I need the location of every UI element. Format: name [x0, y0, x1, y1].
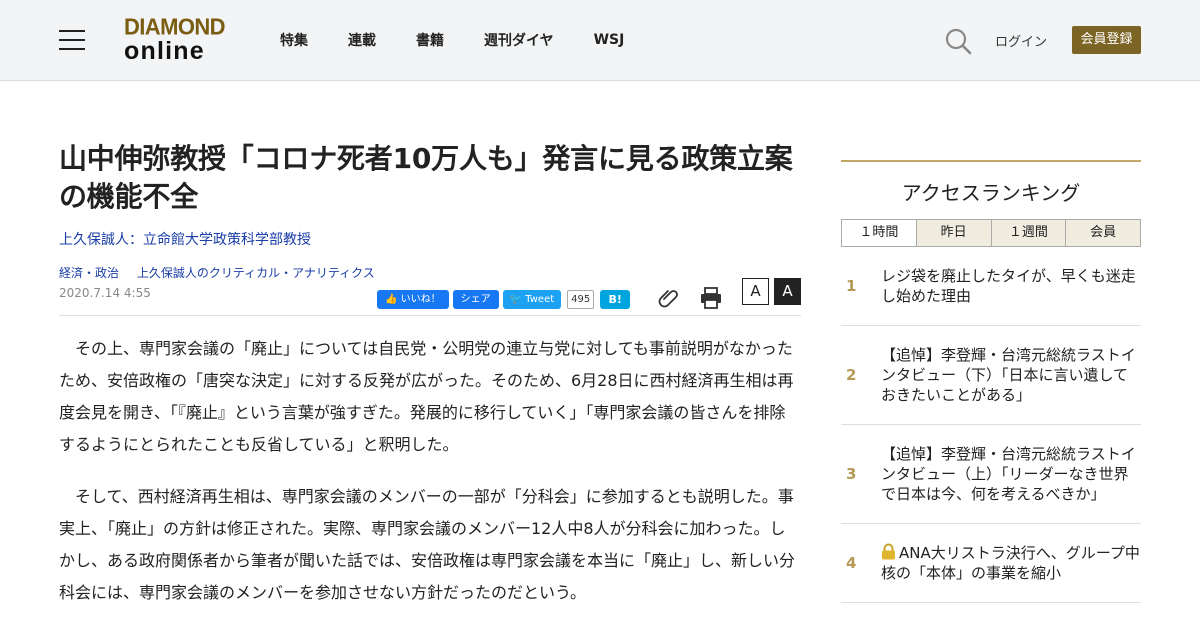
article: 山中伸弥教授「コロナ死者10万人も」発言に見る政策立案の機能不全 上久保誠人：立… [59, 140, 801, 629]
article-author[interactable]: 上久保誠人：立命館大学政策科学部教授 [59, 230, 801, 250]
facebook-like-button[interactable]: 👍 いいね！ [377, 290, 449, 309]
nav-item-wsj[interactable]: WSJ [594, 32, 625, 48]
main-nav: 特集 連載 書籍 週刊ダイヤ WSJ [280, 0, 664, 80]
article-categories: 経済・政治 上久保誠人のクリティカル・アナリティクス [59, 264, 801, 282]
ranking-list: 1 レジ袋を廃止したタイが、早くも迷走し始めた理由 2 【追悼】李登輝・台湾元総… [841, 247, 1141, 603]
login-link[interactable]: ログイン [995, 31, 1047, 50]
hamburger-menu-icon[interactable] [59, 30, 85, 50]
tab-1-week[interactable]: １週間 [990, 220, 1066, 246]
ranking-item[interactable]: 1 レジ袋を廃止したタイが、早くも迷走し始めた理由 [841, 247, 1141, 326]
tweet-count: 495 [567, 290, 595, 309]
ranking-item[interactable]: 3 【追悼】李登輝・台湾元総統ラストインタビュー（上）「リーダーなき世界で日本は… [841, 425, 1141, 524]
nav-item-books[interactable]: 書籍 [416, 30, 444, 50]
rank-number: 1 [846, 277, 857, 295]
site-logo[interactable]: DIAMOND online [124, 13, 228, 65]
clip-icon[interactable] [657, 286, 681, 310]
facebook-like-label: いいね！ [400, 294, 441, 305]
rank-number: 2 [846, 366, 857, 384]
article-title: 山中伸弥教授「コロナ死者10万人も」発言に見る政策立案の機能不全 [59, 142, 793, 213]
ranking-item[interactable]: 4 ANA大リストラ決行へ、グループ中核の「本体」の事業を縮小 [841, 524, 1141, 603]
article-body: その上、専門家会議の「廃止」については自民党・公明党の連立与党に対しても事前説明… [59, 333, 801, 609]
publish-date: 2020.7.14 4:55 [59, 286, 151, 300]
twitter-bird-icon: 🐦 [509, 294, 526, 305]
article-paragraph: その上、専門家会議の「廃止」については自民党・公明党の連立与党に対しても事前説明… [59, 339, 794, 454]
thumbs-up-icon: 👍 [385, 294, 401, 305]
logo-text-top: DIAMOND [124, 13, 226, 40]
article-meta-row: 2020.7.14 4:55 👍 いいね！ シェア 🐦 Tweet 495 B!… [59, 278, 801, 316]
site-header: DIAMOND online 特集 連載 書籍 週刊ダイヤ WSJ ログイン 会… [0, 0, 1200, 81]
ranking-item[interactable]: 2 【追悼】李登輝・台湾元総統ラストインタビュー（下）「日本に言い遺しておきたい… [841, 326, 1141, 425]
font-size-normal-button[interactable]: A [742, 278, 769, 305]
ranking-heading: アクセスランキング [841, 160, 1141, 219]
category-link[interactable]: 上久保誠人のクリティカル・アナリティクス [137, 266, 375, 280]
rank-number: 4 [846, 554, 857, 572]
ranking-item-title: ANA大リストラ決行へ、グループ中核の「本体」の事業を縮小 [881, 544, 1140, 582]
ranking-item-title: レジ袋を廃止したタイが、早くも迷走し始めた理由 [881, 267, 1136, 305]
ranking-item-title: 【追悼】李登輝・台湾元総統ラストインタビュー（下）「日本に言い遺しておきたいこと… [881, 346, 1136, 404]
ranking-tabs: １時間 昨日 １週間 会員 [841, 219, 1141, 247]
lock-icon [882, 543, 895, 560]
logo-text-bottom: online [124, 37, 205, 65]
tab-1-hour[interactable]: １時間 [842, 220, 916, 246]
tab-members[interactable]: 会員 [1065, 220, 1140, 246]
nav-item-weekly-diamond[interactable]: 週刊ダイヤ [484, 30, 554, 50]
category-link[interactable]: 経済・政治 [59, 266, 119, 280]
article-paragraph: そして、西村経済再生相は、専門家会議のメンバーの一部が「分科会」に参加するとも説… [59, 487, 796, 602]
tweet-label: Tweet [525, 294, 555, 305]
facebook-share-button[interactable]: シェア [452, 290, 499, 309]
font-size-large-button[interactable]: A [774, 278, 801, 305]
tweet-button[interactable]: 🐦 Tweet [502, 290, 562, 309]
nav-item-feature[interactable]: 特集 [280, 30, 308, 50]
ranking-item-title: 【追悼】李登輝・台湾元総統ラストインタビュー（上）「リーダーなき世界で日本は今、… [881, 445, 1136, 503]
search-icon[interactable] [944, 27, 972, 55]
register-button[interactable]: 会員登録 [1072, 26, 1141, 54]
share-buttons: 👍 いいね！ シェア 🐦 Tweet 495 B! [377, 290, 631, 309]
rank-number: 3 [846, 465, 857, 483]
hatena-bookmark-button[interactable]: B! [600, 290, 631, 309]
print-icon[interactable] [699, 286, 723, 310]
tab-yesterday[interactable]: 昨日 [915, 220, 991, 246]
nav-item-series[interactable]: 連載 [348, 30, 376, 50]
sidebar: アクセスランキング １時間 昨日 １週間 会員 1 レジ袋を廃止したタイが、早く… [841, 160, 1141, 603]
